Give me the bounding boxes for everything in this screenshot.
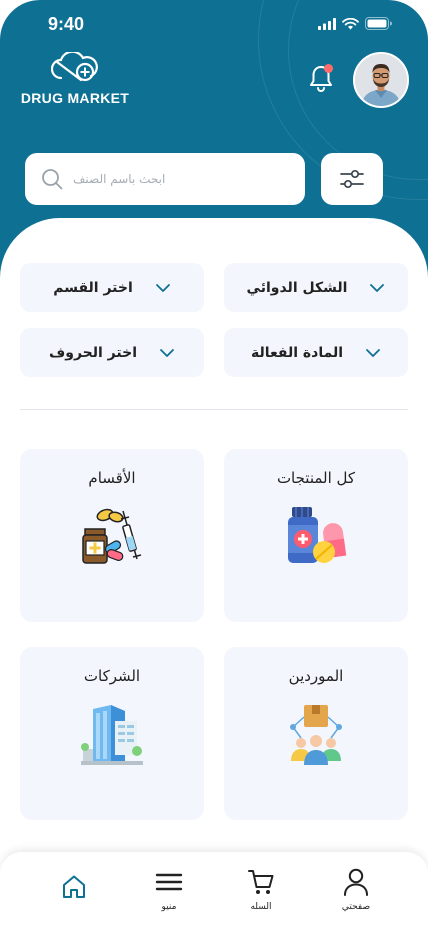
search-input[interactable] [73, 172, 263, 186]
chevron-down-icon [366, 348, 380, 357]
dosage-form-dropdown[interactable]: الشكل الدوائي [224, 263, 408, 312]
app-logo: DRUG MARKET [20, 50, 130, 106]
category-card-sections[interactable]: الأقسام [20, 449, 204, 622]
status-time: 9:40 [48, 14, 85, 34]
section-dropdown[interactable]: اختر القسم [20, 263, 204, 312]
home-icon [63, 875, 85, 898]
dropdown-label: اختر الحروف [48, 344, 137, 361]
status-icons [318, 17, 392, 30]
nav-item-home[interactable] [44, 874, 104, 906]
nav-item-cart[interactable]: السله [231, 868, 291, 912]
wifi-icon [342, 17, 359, 29]
notification-dot [324, 64, 333, 73]
cart-icon [248, 870, 274, 894]
user-icon [344, 868, 368, 896]
user-photo [355, 54, 407, 106]
nav-item-my-page[interactable]: صفحتي [326, 868, 386, 912]
suppliers-icon [290, 705, 342, 765]
divider [20, 409, 408, 410]
medicine-bottle-icon [288, 507, 347, 563]
chevron-down-icon [155, 283, 170, 292]
battery-icon [365, 17, 392, 30]
bottom-navigation: صفحتي السله منيو [0, 852, 428, 926]
card-title: الأقسام [88, 469, 136, 487]
company-building-icon [81, 705, 143, 765]
letters-dropdown[interactable]: اختر الحروف [20, 328, 204, 377]
avatar[interactable] [353, 52, 409, 108]
card-title: الشركات [83, 667, 141, 685]
dropdown-label: المادة الفعالة [250, 344, 344, 361]
card-title: الموردين [288, 667, 344, 685]
chevron-down-icon [370, 283, 385, 292]
nav-item-menu[interactable]: منيو [139, 868, 199, 912]
category-card-suppliers[interactable]: الموردين [224, 647, 408, 820]
dropdown-label: الشكل الدوائي [246, 279, 348, 296]
pharmacy-supplies-icon [82, 508, 142, 564]
status-bar: 9:40 [0, 0, 428, 50]
dropdown-label: اختر القسم [53, 279, 133, 296]
logo-text: DRUG MARKET [20, 90, 130, 106]
nav-label: صفحتي [341, 902, 371, 912]
app-screen: 9:40 DRUG MARKET ابحث باسم الصنف الشكل ا… [0, 0, 428, 926]
nav-label: السله [250, 902, 272, 912]
drug-market-logo-icon [50, 50, 98, 82]
search-bar[interactable] [25, 153, 305, 205]
menu-icon [155, 873, 183, 891]
signal-icon [318, 17, 336, 30]
chevron-down-icon [160, 348, 174, 357]
filter-button[interactable] [321, 153, 383, 205]
category-card-all-products[interactable]: كل المنتجات [224, 449, 408, 622]
card-title: كل المنتجات [276, 469, 356, 487]
category-card-companies[interactable]: الشركات [20, 647, 204, 820]
sliders-icon [340, 169, 364, 189]
search-icon [42, 169, 63, 190]
active-ingredient-dropdown[interactable]: المادة الفعالة [224, 328, 408, 377]
nav-label: منيو [161, 902, 177, 912]
